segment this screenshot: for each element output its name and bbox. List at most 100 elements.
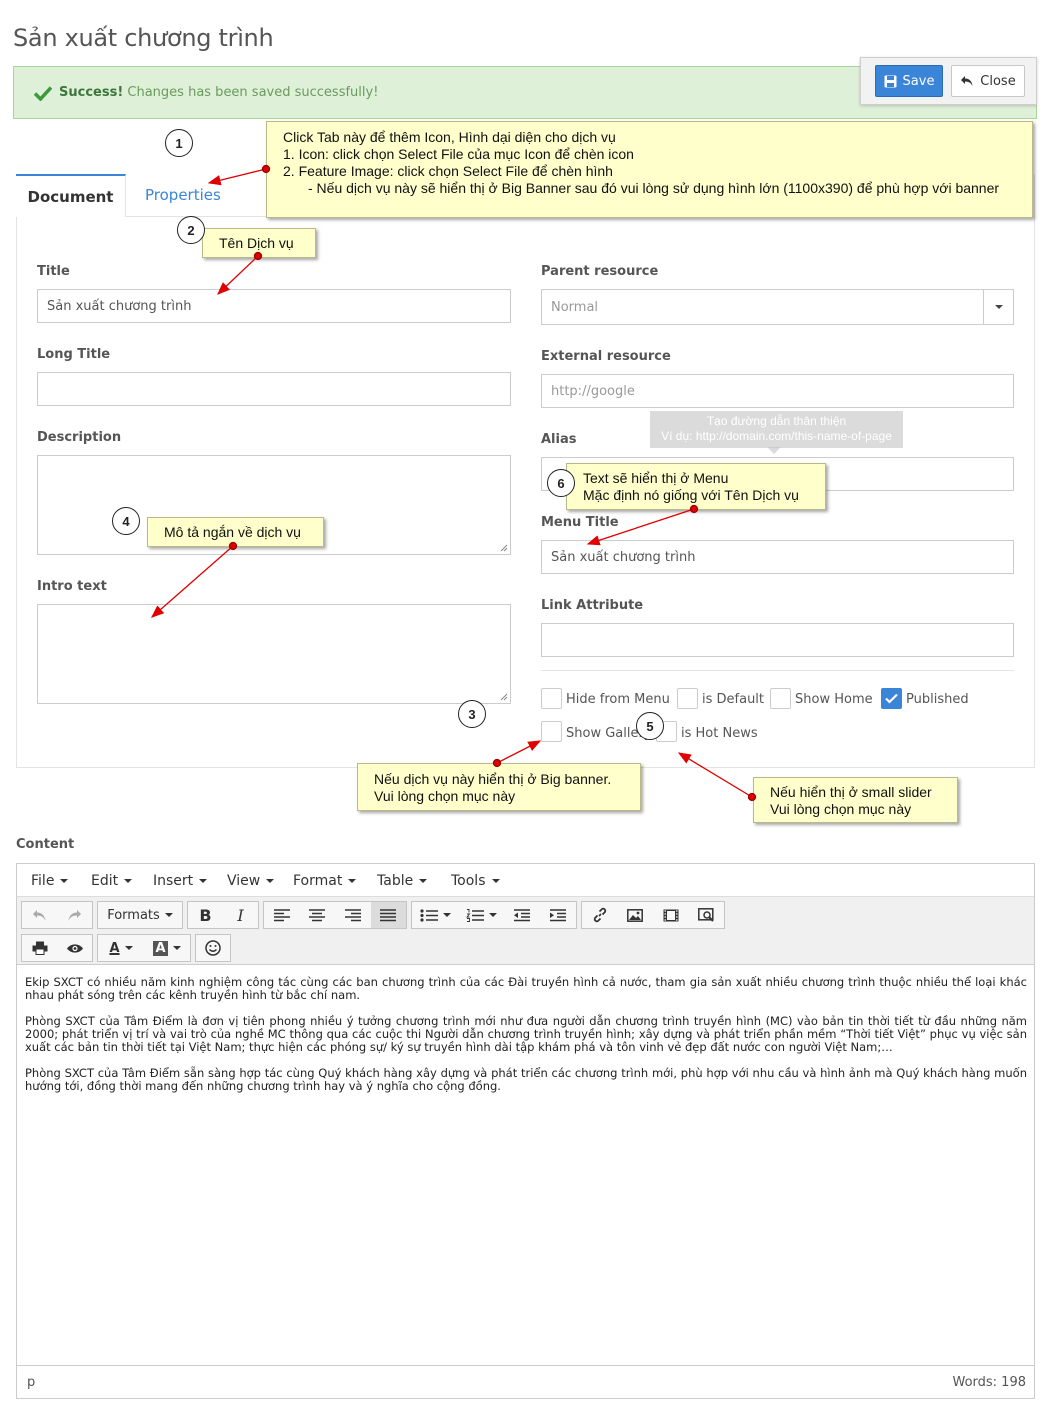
redo-button[interactable] <box>57 902 92 928</box>
external-resource-label: External resource <box>541 349 671 364</box>
emoticon-group <box>195 934 231 962</box>
editor-content-area[interactable]: Ekip SXCT có nhiều năm kinh nghiệm công … <box>25 976 1027 1106</box>
menu-format[interactable]: Format <box>293 873 357 889</box>
file-manager-button[interactable] <box>689 902 725 928</box>
close-button[interactable]: Close <box>951 65 1025 97</box>
align-left-icon <box>273 908 290 921</box>
resize-handle-icon[interactable] <box>500 693 508 701</box>
content-paragraph: Phòng SXCT của Tâm Điểm sẵn sàng hợp tác… <box>25 1066 1027 1093</box>
chevron-down-icon <box>491 879 500 883</box>
background-color-icon: A <box>153 940 168 956</box>
parent-resource-select[interactable]: Normal <box>541 289 1014 325</box>
italic-icon: I <box>237 905 244 925</box>
background-color-button[interactable]: A <box>144 935 190 961</box>
video-icon <box>663 909 679 921</box>
alert-strong: Success! <box>59 85 124 100</box>
align-justify-icon <box>380 908 397 921</box>
print-icon <box>32 941 47 955</box>
chevron-down-icon <box>60 879 69 883</box>
published-label: Published <box>906 692 969 707</box>
preview-button[interactable] <box>57 935 92 961</box>
note3-line1: Nếu dịch vụ này hiển thị ở Big banner. <box>374 771 612 787</box>
color-group: A A <box>97 934 191 962</box>
editor-toolbar: Formats B I A A <box>17 897 1034 965</box>
menu-edit-label: Edit <box>91 873 119 889</box>
annotation-note-show-gallery: Nếu dịch vụ này hiển thị ở Big banner. V… <box>357 763 641 811</box>
menu-file[interactable]: File <box>31 873 69 889</box>
external-resource-input[interactable]: http://google <box>541 374 1014 408</box>
hide-from-menu-checkbox[interactable] <box>541 688 562 709</box>
show-gallery-checkbox[interactable] <box>541 721 562 742</box>
numbered-list-button[interactable] <box>458 902 504 928</box>
page-title: Sản xuất chương trình <box>13 24 274 52</box>
indent-button[interactable] <box>540 902 576 928</box>
link-attribute-input[interactable] <box>541 623 1014 657</box>
bullet-list-button[interactable] <box>412 902 458 928</box>
intro-text-textarea[interactable] <box>37 604 511 704</box>
emoticons-button[interactable] <box>196 935 230 961</box>
menu-view[interactable]: View <box>227 873 275 889</box>
align-left-button[interactable] <box>264 902 300 928</box>
image-button[interactable] <box>618 902 654 928</box>
step-marker-1: 1 <box>165 129 193 157</box>
save-label: Save <box>902 73 935 89</box>
menu-title-input[interactable]: Sản xuất chương trình <box>541 540 1014 574</box>
step-marker-4: 4 <box>112 507 140 535</box>
content-paragraph: Phòng SXCT của Tâm Điểm là đơn vị tiên p… <box>25 1014 1027 1054</box>
parent-resource-value: Normal <box>551 299 599 315</box>
outdent-button[interactable] <box>504 902 540 928</box>
image-icon <box>627 908 644 922</box>
title-input[interactable]: Sản xuất chương trình <box>37 289 511 323</box>
checkmark-icon <box>34 86 52 101</box>
save-icon <box>884 75 897 87</box>
align-right-button[interactable] <box>335 902 371 928</box>
content-editor: File Edit Insert View Format Table Tools… <box>16 863 1035 1399</box>
action-buttons: Save Close <box>860 57 1037 105</box>
chevron-down-icon <box>419 879 428 883</box>
annotation-note-hot-news: Nếu hiển thị ở small slider Vui lòng chọ… <box>753 777 958 823</box>
close-label: Close <box>980 73 1016 89</box>
media-button[interactable] <box>653 902 689 928</box>
title-value: Sản xuất chương trình <box>47 298 192 314</box>
text-style-group: B I <box>187 901 259 929</box>
align-center-button[interactable] <box>300 902 336 928</box>
is-default-checkbox[interactable] <box>677 688 698 709</box>
element-path[interactable]: p <box>27 1375 35 1390</box>
show-home-label: Show Home <box>795 692 873 707</box>
chevron-down-icon <box>442 913 451 917</box>
align-justify-button[interactable] <box>370 902 406 928</box>
bold-button[interactable]: B <box>188 902 223 928</box>
menu-insert-label: Insert <box>153 873 194 889</box>
menu-tools[interactable]: Tools <box>451 873 500 889</box>
numbered-list-icon <box>465 908 484 922</box>
show-home-checkbox[interactable] <box>770 688 791 709</box>
alias-tooltip-line1: Tạo đường dẫn thân thiện <box>706 414 847 428</box>
image-search-icon <box>698 908 714 922</box>
long-title-label: Long Title <box>37 347 111 362</box>
formats-group: Formats <box>97 901 183 929</box>
published-checkbox[interactable] <box>881 688 902 709</box>
text-color-button[interactable]: A <box>98 935 144 961</box>
menu-edit[interactable]: Edit <box>91 873 133 889</box>
italic-button[interactable]: I <box>223 902 258 928</box>
content-label: Content <box>16 837 75 852</box>
formats-label: Formats <box>107 907 160 923</box>
redo-icon <box>68 909 81 921</box>
resize-handle-icon[interactable] <box>500 544 508 552</box>
chevron-down-icon <box>348 879 357 883</box>
print-button[interactable] <box>22 935 57 961</box>
long-title-input[interactable] <box>37 372 511 406</box>
chevron-down-icon[interactable] <box>983 290 1013 324</box>
eye-icon <box>66 943 83 953</box>
bullet-list-icon <box>419 908 438 922</box>
menu-table[interactable]: Table <box>377 873 428 889</box>
indent-icon <box>550 908 566 921</box>
note5-line2: Vui lòng chọn mục này <box>770 801 912 817</box>
tab-properties[interactable]: Properties <box>145 186 221 204</box>
formats-dropdown[interactable]: Formats <box>98 902 182 928</box>
link-button[interactable] <box>582 902 618 928</box>
save-button[interactable]: Save <box>875 65 943 97</box>
undo-button[interactable] <box>22 902 57 928</box>
tab-document[interactable]: Document <box>16 174 126 217</box>
menu-insert[interactable]: Insert <box>153 873 208 889</box>
